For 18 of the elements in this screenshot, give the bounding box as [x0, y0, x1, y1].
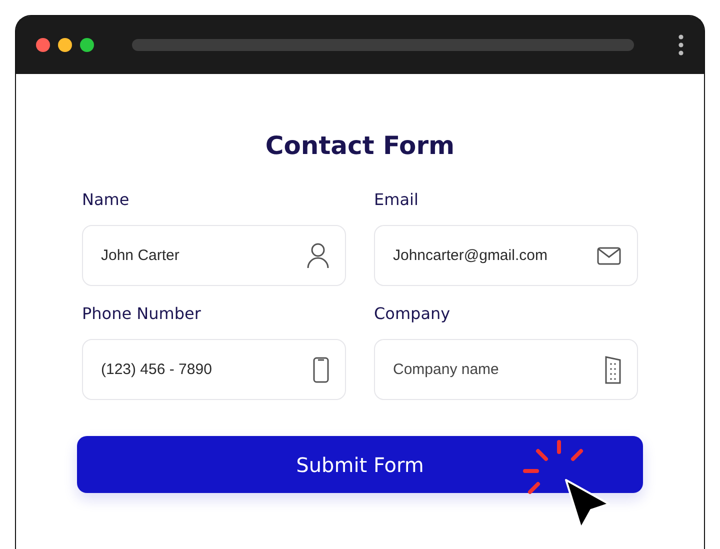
submit-button[interactable]: Submit Form: [77, 436, 643, 493]
input-field[interactable]: (123) 456 - 7890: [82, 339, 346, 400]
field-label: Phone Number: [82, 303, 201, 325]
minimize-dot[interactable]: [58, 38, 72, 52]
input-field[interactable]: John Carter: [82, 225, 346, 286]
input-field[interactable]: Johncarter@gmail.com: [374, 225, 638, 286]
input-field[interactable]: Company name: [374, 339, 638, 400]
more-icon[interactable]: [678, 34, 684, 56]
phone-icon: [313, 356, 329, 382]
maximize-dot[interactable]: [80, 38, 94, 52]
close-dot[interactable]: [36, 38, 50, 52]
mail-icon: [597, 246, 621, 264]
field-label: Email: [374, 189, 418, 211]
person-icon: [307, 242, 329, 268]
form-title: Contact Form: [265, 130, 455, 162]
field-label: Name: [82, 189, 130, 211]
building-icon: [605, 356, 621, 384]
field-label: Company: [374, 303, 450, 325]
